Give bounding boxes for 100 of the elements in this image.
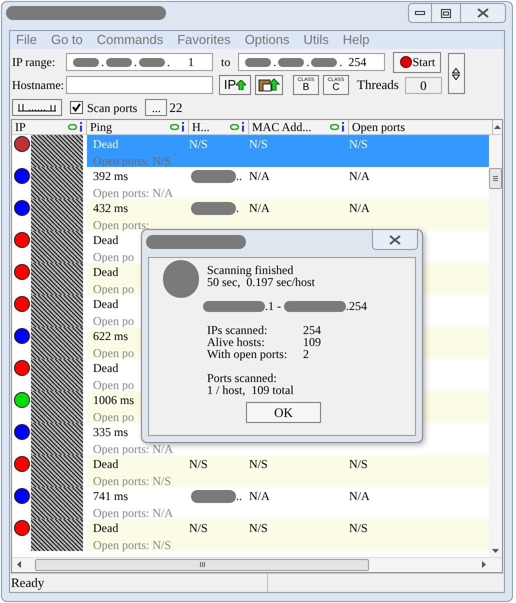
scroll-thumb[interactable] <box>35 558 369 570</box>
ports-button[interactable]: ... <box>145 99 168 116</box>
redaction-mark <box>311 58 338 66</box>
clipboard-icon <box>258 78 280 92</box>
stat-label: With open ports: <box>207 348 288 360</box>
menu-item[interactable]: Utils <box>304 30 329 50</box>
close-icon <box>389 234 401 244</box>
info-icon <box>181 122 185 132</box>
scroll-thumb[interactable] <box>489 168 502 189</box>
mac-cell-text: N/S <box>249 520 269 537</box>
maximize-button[interactable] <box>432 3 460 23</box>
vertical-scrollbar[interactable] <box>489 135 502 557</box>
ping-cell-text: Dead <box>93 296 120 313</box>
double-triangle-icon <box>452 68 460 80</box>
dialog-text: Ports scanned: <box>207 372 278 384</box>
open-ports-line: Open ports: N/S <box>93 537 171 552</box>
eye-icon <box>330 124 339 130</box>
menu-item[interactable]: File <box>16 30 37 50</box>
scan-ports-checkbox[interactable] <box>70 101 83 114</box>
hostname-cell-text: N/S <box>189 456 208 473</box>
range-text: .1 - <box>265 300 282 312</box>
horizontal-scrollbar[interactable] <box>12 557 502 571</box>
ports-cell-text: N/A <box>349 200 370 217</box>
ip-field[interactable]: . . . 1 <box>66 53 213 71</box>
dialog-text: 1 / host, 109 total <box>207 384 295 396</box>
field-label: Threads <box>357 76 399 94</box>
check-icon <box>72 103 81 112</box>
column-header[interactable]: H... <box>189 120 249 134</box>
stat-value: 2 <box>303 348 310 360</box>
column-header[interactable]: Ping <box>87 120 189 134</box>
stat-label: IPs scanned: <box>207 324 268 336</box>
ports-value: 22 <box>169 98 182 117</box>
ping-cell-text: 335 ms <box>93 424 130 441</box>
ports-cell-text: N/A <box>349 168 370 185</box>
redaction-mark <box>139 58 165 66</box>
open-ports-line: Open po <box>93 377 134 392</box>
hostname-cell-text: .. <box>236 488 242 505</box>
redaction-mark <box>31 231 83 263</box>
redaction-mark <box>245 58 272 66</box>
ping-cell-text: Dead <box>93 264 120 281</box>
menu-item[interactable]: Commands <box>96 30 164 50</box>
clipboard-button[interactable] <box>255 75 283 95</box>
redaction-mark <box>31 519 83 551</box>
ip-separator: . <box>101 54 104 71</box>
menu-item[interactable]: Favorites <box>177 30 231 50</box>
grip-icon <box>200 562 204 567</box>
redaction-mark <box>31 327 83 359</box>
open-ports-line: Open ports: N/A <box>93 441 173 456</box>
close-button[interactable] <box>372 230 418 250</box>
ok-button[interactable]: OK <box>246 402 321 423</box>
open-ports-line: Open po <box>93 313 134 328</box>
redaction-mark <box>31 487 83 519</box>
redaction-mark <box>106 58 132 66</box>
scroll-left-icon <box>17 561 21 568</box>
ip-field[interactable]: . . . 254 <box>238 53 386 71</box>
start-button[interactable]: Start <box>393 52 442 72</box>
menu-item[interactable]: Help <box>342 30 370 50</box>
redaction-mark <box>31 423 83 455</box>
info-icon <box>79 122 83 132</box>
hostname-cell-text: N/S <box>189 520 208 537</box>
open-ports-line: Open ports: N/S <box>93 473 171 488</box>
feeder-button[interactable] <box>12 99 62 116</box>
minimize-button[interactable] <box>408 3 432 23</box>
redaction-mark <box>31 391 83 423</box>
ip-octet: 254 <box>348 54 366 71</box>
redaction-mark <box>31 359 83 391</box>
open-ports-line: Open po <box>93 345 134 360</box>
field-label: IP range: <box>12 54 56 71</box>
ip-range-icon <box>17 103 57 112</box>
column-header[interactable]: IP <box>12 120 87 134</box>
ping-cell-text: Dead <box>93 360 120 377</box>
threads-count: 0 <box>404 76 442 94</box>
mac-cell-text: N/S <box>249 136 269 153</box>
ping-cell-text: 741 ms <box>93 488 130 505</box>
ping-cell-text: 622 ms <box>93 328 130 345</box>
hostname-cell-text: . <box>236 200 239 217</box>
redaction-mark <box>31 263 83 295</box>
ping-cell-text: Dead <box>93 232 120 249</box>
stat-value: 109 <box>303 336 322 348</box>
redaction-mark <box>31 135 83 167</box>
mac-cell-text: N/A <box>249 168 271 185</box>
ports-cell-text: N/S <box>349 136 368 153</box>
ping-cell-text: Dead <box>93 136 120 153</box>
ip-up-button[interactable]: IP <box>219 75 251 95</box>
collapse-button[interactable] <box>448 53 465 94</box>
ports-cell-text: N/S <box>349 520 368 537</box>
mac-cell-text: N/S <box>249 456 269 473</box>
status-text: Ready <box>11 574 44 592</box>
redaction-mark <box>31 455 83 487</box>
menu-item[interactable]: Go to <box>50 30 83 50</box>
menu-item[interactable]: Options <box>244 30 290 50</box>
redaction-mark <box>278 58 304 66</box>
column-header[interactable]: MAC Add... <box>249 120 349 134</box>
eye-icon <box>170 124 179 130</box>
hostname-field[interactable] <box>66 76 213 94</box>
ports-cell-text: N/S <box>349 456 368 473</box>
close-button[interactable] <box>460 3 506 23</box>
info-icon <box>341 122 345 132</box>
record-icon <box>400 56 412 68</box>
open-ports-line: Open ports: <box>93 217 150 232</box>
